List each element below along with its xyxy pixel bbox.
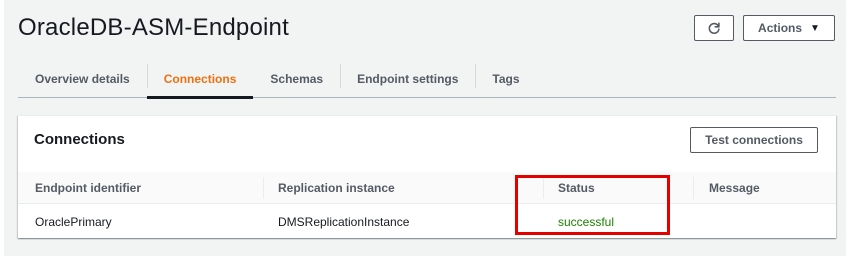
tab-endpoint-settings[interactable]: Endpoint settings [340,60,475,98]
test-connections-button[interactable]: Test connections [690,127,818,153]
tab-label: Overview details [35,71,130,86]
tab-tags[interactable]: Tags [475,60,536,98]
column-header-replication-instance[interactable]: Replication instance [278,172,395,204]
panel-title: Connections [34,131,125,148]
tab-bar: Overview details Connections Schemas End… [18,60,836,99]
column-divider [263,177,264,199]
column-header-endpoint-identifier[interactable]: Endpoint identifier [35,172,141,204]
tab-schemas[interactable]: Schemas [253,60,340,98]
cell-status: successful [558,214,615,229]
table-header: Endpoint identifier Replication instance… [18,172,836,204]
tab-label: Endpoint settings [357,71,459,86]
refresh-icon [708,22,720,34]
column-divider [543,177,544,199]
panel-header: Connections Test connections [18,116,836,163]
tab-label: Connections [163,71,237,86]
table-row[interactable]: OraclePrimary DMSReplicationInstance suc… [18,205,836,238]
tab-overview-details[interactable]: Overview details [18,60,147,98]
column-divider [693,177,694,199]
cell-endpoint-identifier: OraclePrimary [35,214,112,229]
page: OracleDB-ASM-Endpoint Actions ▼ Overview… [0,0,850,256]
tab-label: Schemas [270,71,324,86]
column-header-status[interactable]: Status [558,172,595,204]
tab-connections[interactable]: Connections [146,60,254,99]
actions-label: Actions [758,21,803,35]
refresh-button[interactable] [694,15,734,41]
connections-panel: Connections Test connections Endpoint id… [18,115,836,238]
cell-replication-instance: DMSReplicationInstance [278,214,410,229]
page-title: OracleDB-ASM-Endpoint [18,14,289,41]
tab-label: Tags [492,71,520,86]
column-header-message[interactable]: Message [709,172,760,204]
actions-dropdown-button[interactable]: Actions ▼ [743,15,835,41]
caret-down-icon: ▼ [810,22,820,34]
